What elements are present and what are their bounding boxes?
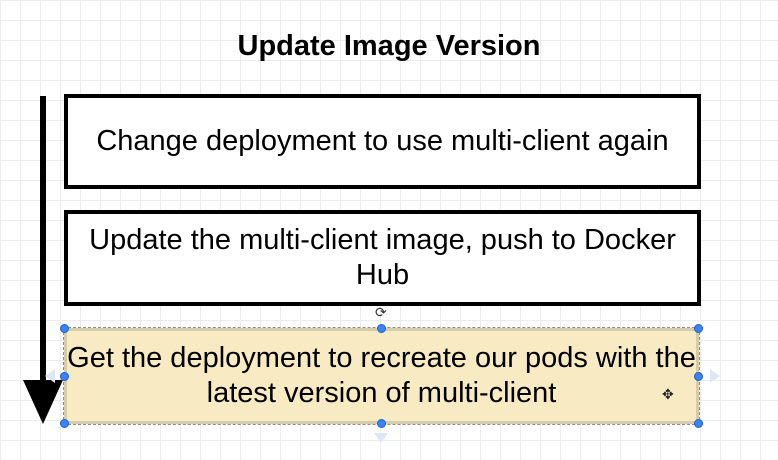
- diagram-title: Update Image Version: [237, 30, 541, 62]
- step-label-1: Change deployment to use multi-client ag…: [96, 124, 669, 157]
- step-label-2: Update the multi-client image, push to D…: [89, 223, 676, 291]
- connect-arrow-down-icon[interactable]: [373, 432, 389, 444]
- down-arrow-icon: [23, 96, 63, 424]
- step-label-3: Get the deployment to recreate our pods …: [67, 341, 696, 409]
- resize-handle-top-right[interactable]: [694, 324, 703, 333]
- step-box-1[interactable]: Change deployment to use multi-client ag…: [64, 94, 701, 189]
- resize-handle-bottom-right[interactable]: [694, 419, 703, 428]
- step-box-3-selected[interactable]: Get the deployment to recreate our pods …: [63, 327, 700, 425]
- resize-handle-bottom-center[interactable]: [377, 419, 386, 428]
- connect-arrow-right-icon[interactable]: [709, 368, 721, 384]
- move-cursor-icon: ✥: [662, 387, 674, 403]
- step-box-2[interactable]: Update the multi-client image, push to D…: [64, 210, 701, 306]
- connect-arrow-left-icon[interactable]: [44, 368, 56, 384]
- resize-handle-top-center[interactable]: [377, 324, 386, 333]
- resize-handle-top-left[interactable]: [60, 324, 69, 333]
- resize-handle-bottom-left[interactable]: [60, 419, 69, 428]
- resize-handle-middle-left[interactable]: [60, 372, 69, 381]
- rotate-handle-icon[interactable]: ⟳: [375, 305, 387, 321]
- resize-handle-middle-right[interactable]: [694, 372, 703, 381]
